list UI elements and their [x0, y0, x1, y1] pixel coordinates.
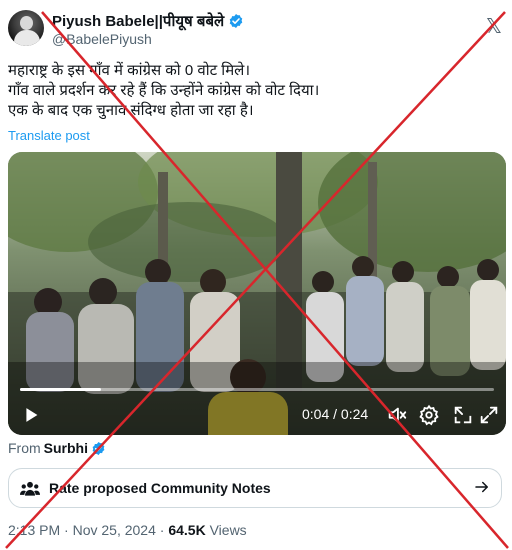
tweet-header: Piyush Babele||पीयूष बबेले @BabelePiyush…: [8, 10, 504, 54]
tweet-meta: 2:13 PM · Nov 25, 2024 · 64.5K Views: [8, 522, 247, 538]
views-label: Views: [209, 522, 247, 538]
source-attribution: From Surbhi: [8, 440, 106, 456]
settings-icon[interactable]: [418, 404, 440, 426]
pip-icon[interactable]: [452, 404, 474, 426]
play-icon[interactable]: [20, 404, 42, 426]
video-player[interactable]: 0:04 / 0:24: [8, 152, 506, 435]
display-name[interactable]: Piyush Babele||पीयूष बबेले: [52, 11, 224, 31]
tweet-line: गाँव वाले प्रदर्शन कर रहे हैं कि उन्होंन…: [8, 82, 320, 99]
video-duration: 0:24: [340, 406, 369, 422]
verified-badge-icon: [92, 441, 105, 455]
video-frame: [8, 152, 506, 435]
name-row[interactable]: Piyush Babele||पीयूष बबेले: [52, 11, 244, 31]
post-date[interactable]: Nov 25, 2024: [73, 522, 156, 538]
video-time: 0:04 / 0:24: [302, 406, 368, 422]
rate-community-notes-button[interactable]: Rate proposed Community Notes: [8, 468, 502, 508]
meta-separator: ·: [64, 522, 69, 538]
video-progress-fill: [20, 388, 101, 391]
source-name[interactable]: Surbhi: [44, 440, 88, 456]
mute-icon[interactable]: [386, 404, 408, 426]
tweet-line: एक के बाद एक चुनाव संदिग्ध होता जा रहा ह…: [8, 102, 254, 119]
chevron-right-icon: [475, 481, 488, 493]
source-prefix: From: [8, 440, 41, 456]
community-notes-label: Rate proposed Community Notes: [49, 480, 271, 496]
user-handle[interactable]: @BabelePiyush: [52, 31, 152, 47]
community-notes-icon: [20, 481, 40, 496]
x-logo-icon: 𝕏: [485, 16, 502, 38]
video-controls: 0:04 / 0:24: [8, 400, 506, 430]
avatar[interactable]: [8, 10, 44, 46]
post-time[interactable]: 2:13 PM: [8, 522, 60, 538]
fullscreen-icon[interactable]: [478, 404, 500, 426]
meta-separator: ·: [159, 522, 165, 538]
tweet-text: महाराष्ट्र के इस गाँव में कांग्रेस को 0 …: [8, 61, 504, 121]
views-count: 64.5K: [168, 522, 206, 538]
video-elapsed: 0:04: [302, 406, 330, 422]
verified-badge-icon: [229, 14, 243, 28]
tweet-line: महाराष्ट्र के इस गाँव में कांग्रेस को 0 …: [8, 62, 251, 79]
video-scrubber[interactable]: [20, 388, 494, 391]
translate-post-link[interactable]: Translate post: [8, 128, 90, 143]
time-separator: /: [333, 406, 338, 422]
